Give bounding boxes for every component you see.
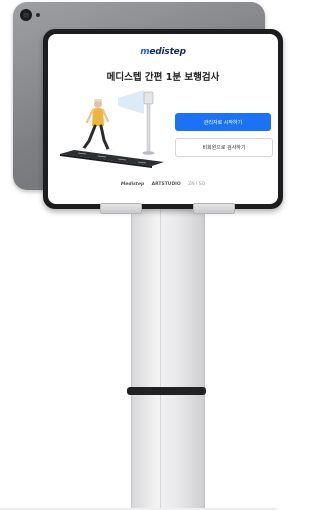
partner-logo-1: Medistep [120, 182, 145, 187]
walking-person-illustration [79, 99, 113, 152]
camera-lens [23, 12, 29, 18]
kiosk-tablet: medistep 메디스텝 간편 1분 보행검사 관리자로 시작하기 비회원으로… [43, 29, 283, 209]
partner-logos: Medistep ARTSTUDIO ZN I SQ [48, 182, 278, 187]
sensor-kiosk-illustration [142, 91, 155, 155]
mount-clip-left [100, 203, 142, 214]
medistep-logo: medistep [140, 47, 186, 57]
camera-icon [20, 9, 32, 21]
tablet-screen: medistep 메디스텝 간편 1분 보행검사 관리자로 시작하기 비회원으로… [48, 34, 278, 204]
stand-strap [127, 387, 206, 395]
flash-dot [36, 13, 40, 17]
stand-pole [131, 206, 205, 510]
sensor-beam [118, 90, 144, 114]
stand-pole-groove [160, 206, 161, 510]
walking-test-illustration [60, 90, 164, 168]
partner-logo-2: ARTSTUDIO [151, 182, 181, 187]
partner-logo-3: ZN I SQ [188, 182, 206, 187]
mount-clip-right [193, 203, 235, 214]
start-as-admin-button[interactable]: 관리자로 시작하기 [175, 113, 271, 131]
guest-test-button[interactable]: 비회원으로 검사하기 [175, 138, 273, 157]
page-title: 메디스텝 간편 1분 보행검사 [106, 72, 220, 83]
